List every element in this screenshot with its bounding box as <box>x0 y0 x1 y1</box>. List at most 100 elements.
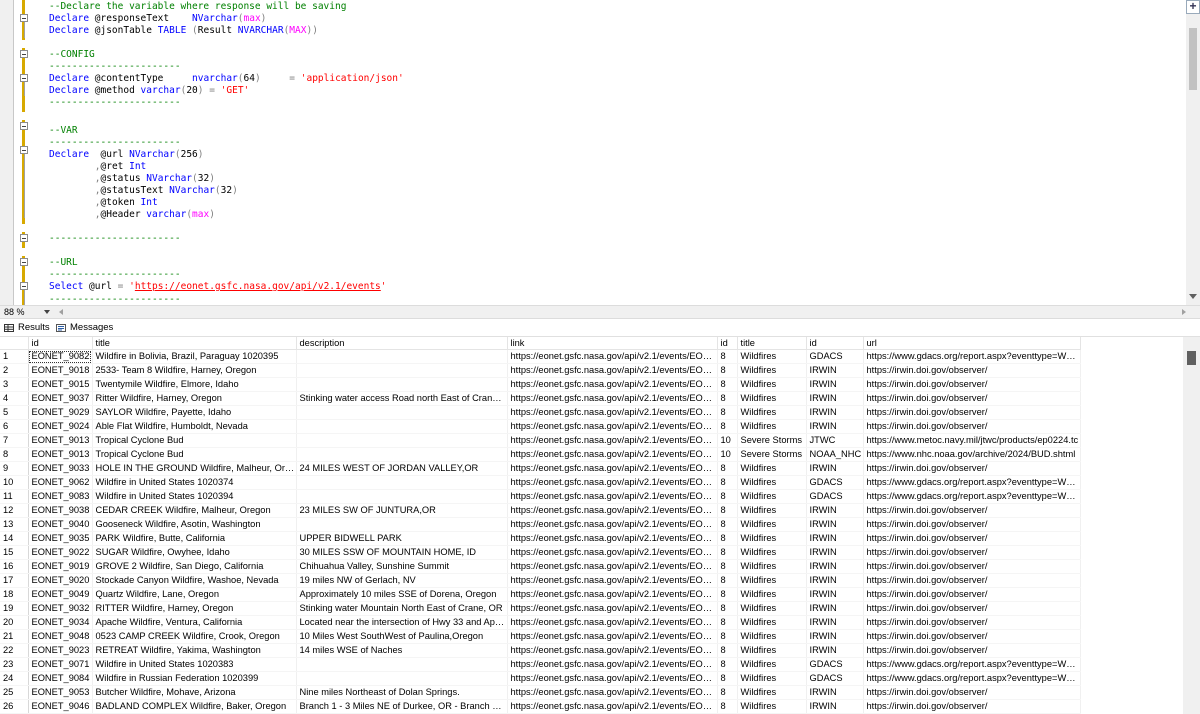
column-header[interactable]: link <box>507 337 718 350</box>
table-cell[interactable]: GDACS <box>806 657 864 672</box>
table-cell[interactable]: https://eonet.gsfc.nasa.gov/api/v2.1/eve… <box>507 363 718 378</box>
table-cell[interactable]: EONET_9033 <box>28 461 93 476</box>
code-line[interactable]: --VAR <box>49 125 78 137</box>
table-cell[interactable]: Apache Wildfire, Ventura, California <box>92 615 297 630</box>
table-cell[interactable] <box>296 657 508 672</box>
table-cell[interactable]: https://irwin.doi.gov/observer/ <box>863 545 1081 560</box>
table-cell[interactable]: https://eonet.gsfc.nasa.gov/api/v2.1/eve… <box>507 503 718 518</box>
table-cell[interactable]: 14 miles WSE of Naches <box>296 643 508 658</box>
table-cell[interactable] <box>296 517 508 532</box>
table-cell[interactable]: 8 <box>717 531 738 546</box>
code-line[interactable]: --Declare the variable where response wi… <box>49 1 346 13</box>
table-row[interactable]: 18 EONET_9049 Quartz Wildfire, Lane, Orego… <box>0 587 1081 602</box>
table-cell[interactable]: IRWIN <box>806 685 864 700</box>
table-cell[interactable]: https://eonet.gsfc.nasa.gov/api/v2.1/eve… <box>507 419 718 434</box>
table-cell[interactable]: Wildfires <box>737 545 807 560</box>
table-row[interactable]: 20 EONET_9034 Apache Wildfire, Ventura, Ca… <box>0 615 1081 630</box>
table-cell[interactable]: Branch 1 - 3 Miles NE of Durkee, OR - Br… <box>296 699 508 714</box>
table-cell[interactable]: CEDAR CREEK Wildfire, Malheur, Oregon <box>92 503 297 518</box>
table-cell[interactable] <box>296 671 508 686</box>
table-cell[interactable]: Wildfire in United States 1020374 <box>92 475 297 490</box>
table-cell[interactable]: EONET_9084 <box>28 671 93 686</box>
table-cell[interactable]: IRWIN <box>806 531 864 546</box>
code-line[interactable]: ,@status NVarchar(32) <box>49 173 215 185</box>
table-row[interactable]: 10 EONET_9062 Wildfire in United States 10… <box>0 475 1081 490</box>
table-cell[interactable]: https://eonet.gsfc.nasa.gov/api/v2.1/eve… <box>507 447 718 462</box>
table-cell[interactable]: SAYLOR Wildfire, Payette, Idaho <box>92 405 297 420</box>
code-line[interactable]: ----------------------- <box>49 61 181 73</box>
table-row[interactable]: 5 EONET_9029 SAYLOR Wildfire, Payette, Ida… <box>0 405 1081 420</box>
table-cell[interactable]: Nine miles Northeast of Dolan Springs. <box>296 685 508 700</box>
table-cell[interactable]: https://irwin.doi.gov/observer/ <box>863 587 1081 602</box>
table-cell[interactable]: IRWIN <box>806 615 864 630</box>
table-cell[interactable]: EONET_9022 <box>28 545 93 560</box>
scrollbar-thumb[interactable] <box>1187 351 1196 365</box>
table-cell[interactable]: https://eonet.gsfc.nasa.gov/api/v2.1/eve… <box>507 657 718 672</box>
table-cell[interactable]: GDACS <box>806 349 864 364</box>
table-cell[interactable]: https://eonet.gsfc.nasa.gov/api/v2.1/eve… <box>507 601 718 616</box>
table-cell[interactable]: https://eonet.gsfc.nasa.gov/api/v2.1/eve… <box>507 391 718 406</box>
column-header[interactable]: title <box>737 337 807 350</box>
table-cell[interactable]: HOLE IN THE GROUND Wildfire, Malheur, Or… <box>92 461 297 476</box>
table-cell[interactable]: 8 <box>717 349 738 364</box>
table-cell[interactable]: Severe Storms <box>737 447 807 462</box>
zoom-level[interactable]: 88 % <box>4 306 25 318</box>
table-cell[interactable]: Wildfires <box>737 629 807 644</box>
table-cell[interactable]: 8 <box>717 629 738 644</box>
table-cell[interactable]: 8 <box>717 363 738 378</box>
table-cell[interactable]: EONET_9082 <box>28 349 93 364</box>
table-cell[interactable]: https://eonet.gsfc.nasa.gov/api/v2.1/eve… <box>507 531 718 546</box>
table-cell[interactable]: Wildfires <box>737 391 807 406</box>
table-cell[interactable]: https://www.gdacs.org/report.aspx?eventt… <box>863 671 1081 686</box>
table-cell[interactable]: https://www.gdacs.org/report.aspx?eventt… <box>863 657 1081 672</box>
table-cell[interactable]: https://eonet.gsfc.nasa.gov/api/v2.1/eve… <box>507 685 718 700</box>
table-cell[interactable]: Ritter Wildfire, Harney, Oregon <box>92 391 297 406</box>
table-cell[interactable]: 8 <box>717 615 738 630</box>
table-cell[interactable]: Butcher Wildfire, Mohave, Arizona <box>92 685 297 700</box>
table-cell[interactable]: Tropical Cyclone Bud <box>92 447 297 462</box>
table-cell[interactable]: https://eonet.gsfc.nasa.gov/api/v2.1/eve… <box>507 517 718 532</box>
table-cell[interactable] <box>296 405 508 420</box>
table-cell[interactable]: https://eonet.gsfc.nasa.gov/api/v2.1/eve… <box>507 671 718 686</box>
table-cell[interactable]: https://eonet.gsfc.nasa.gov/api/v2.1/eve… <box>507 349 718 364</box>
table-cell[interactable]: Gooseneck Wildfire, Asotin, Washington <box>92 517 297 532</box>
table-cell[interactable]: Wildfires <box>737 489 807 504</box>
table-cell[interactable]: Able Flat Wildfire, Humboldt, Nevada <box>92 419 297 434</box>
table-cell[interactable]: IRWIN <box>806 517 864 532</box>
table-cell[interactable]: 8 <box>717 517 738 532</box>
table-cell[interactable]: IRWIN <box>806 545 864 560</box>
table-cell[interactable]: Wildfires <box>737 615 807 630</box>
table-row[interactable]: 25 EONET_9053 Butcher Wildfire, Mohave, Ar… <box>0 685 1081 700</box>
code-line[interactable]: Declare @method varchar(20) = 'GET' <box>49 85 249 97</box>
table-cell[interactable]: EONET_9020 <box>28 573 93 588</box>
table-row[interactable]: 22 EONET_9023 RETREAT Wildfire, Yakima, Wa… <box>0 643 1081 658</box>
editor-vertical-scrollbar[interactable] <box>1186 0 1200 305</box>
table-cell[interactable]: GROVE 2 Wildfire, San Diego, California <box>92 559 297 574</box>
table-cell[interactable]: EONET_9046 <box>28 699 93 714</box>
table-cell[interactable]: IRWIN <box>806 601 864 616</box>
table-cell[interactable]: GDACS <box>806 671 864 686</box>
table-cell[interactable]: https://www.gdacs.org/report.aspx?eventt… <box>863 349 1081 364</box>
column-header[interactable]: title <box>92 337 297 350</box>
fold-toggle[interactable] <box>20 14 28 22</box>
table-cell[interactable]: 8 <box>717 685 738 700</box>
table-cell[interactable] <box>296 447 508 462</box>
table-cell[interactable]: EONET_9015 <box>28 377 93 392</box>
table-cell[interactable]: IRWIN <box>806 363 864 378</box>
table-cell[interactable]: https://eonet.gsfc.nasa.gov/api/v2.1/eve… <box>507 545 718 560</box>
table-cell[interactable]: 8 <box>717 377 738 392</box>
code-line[interactable]: --CONFIG <box>49 49 95 61</box>
table-cell[interactable]: EONET_9019 <box>28 559 93 574</box>
table-cell[interactable]: https://irwin.doi.gov/observer/ <box>863 699 1081 714</box>
table-cell[interactable]: EONET_9040 <box>28 517 93 532</box>
table-cell[interactable]: https://eonet.gsfc.nasa.gov/api/v2.1/eve… <box>507 461 718 476</box>
table-cell[interactable]: Chihuahua Valley, Sunshine Summit <box>296 559 508 574</box>
table-cell[interactable]: 23 MILES SW OF JUNTURA,OR <box>296 503 508 518</box>
table-cell[interactable]: 8 <box>717 657 738 672</box>
table-row[interactable]: 3 EONET_9015 Twentymile Wildfire, Elmore, … <box>0 377 1081 392</box>
table-row[interactable]: 17 EONET_9020 Stockade Canyon Wildfire, Wa… <box>0 573 1081 588</box>
table-cell[interactable]: Wildfires <box>737 503 807 518</box>
table-cell[interactable]: EONET_9037 <box>28 391 93 406</box>
table-cell[interactable]: Wildfires <box>737 559 807 574</box>
code-line[interactable]: ----------------------- <box>49 97 181 109</box>
